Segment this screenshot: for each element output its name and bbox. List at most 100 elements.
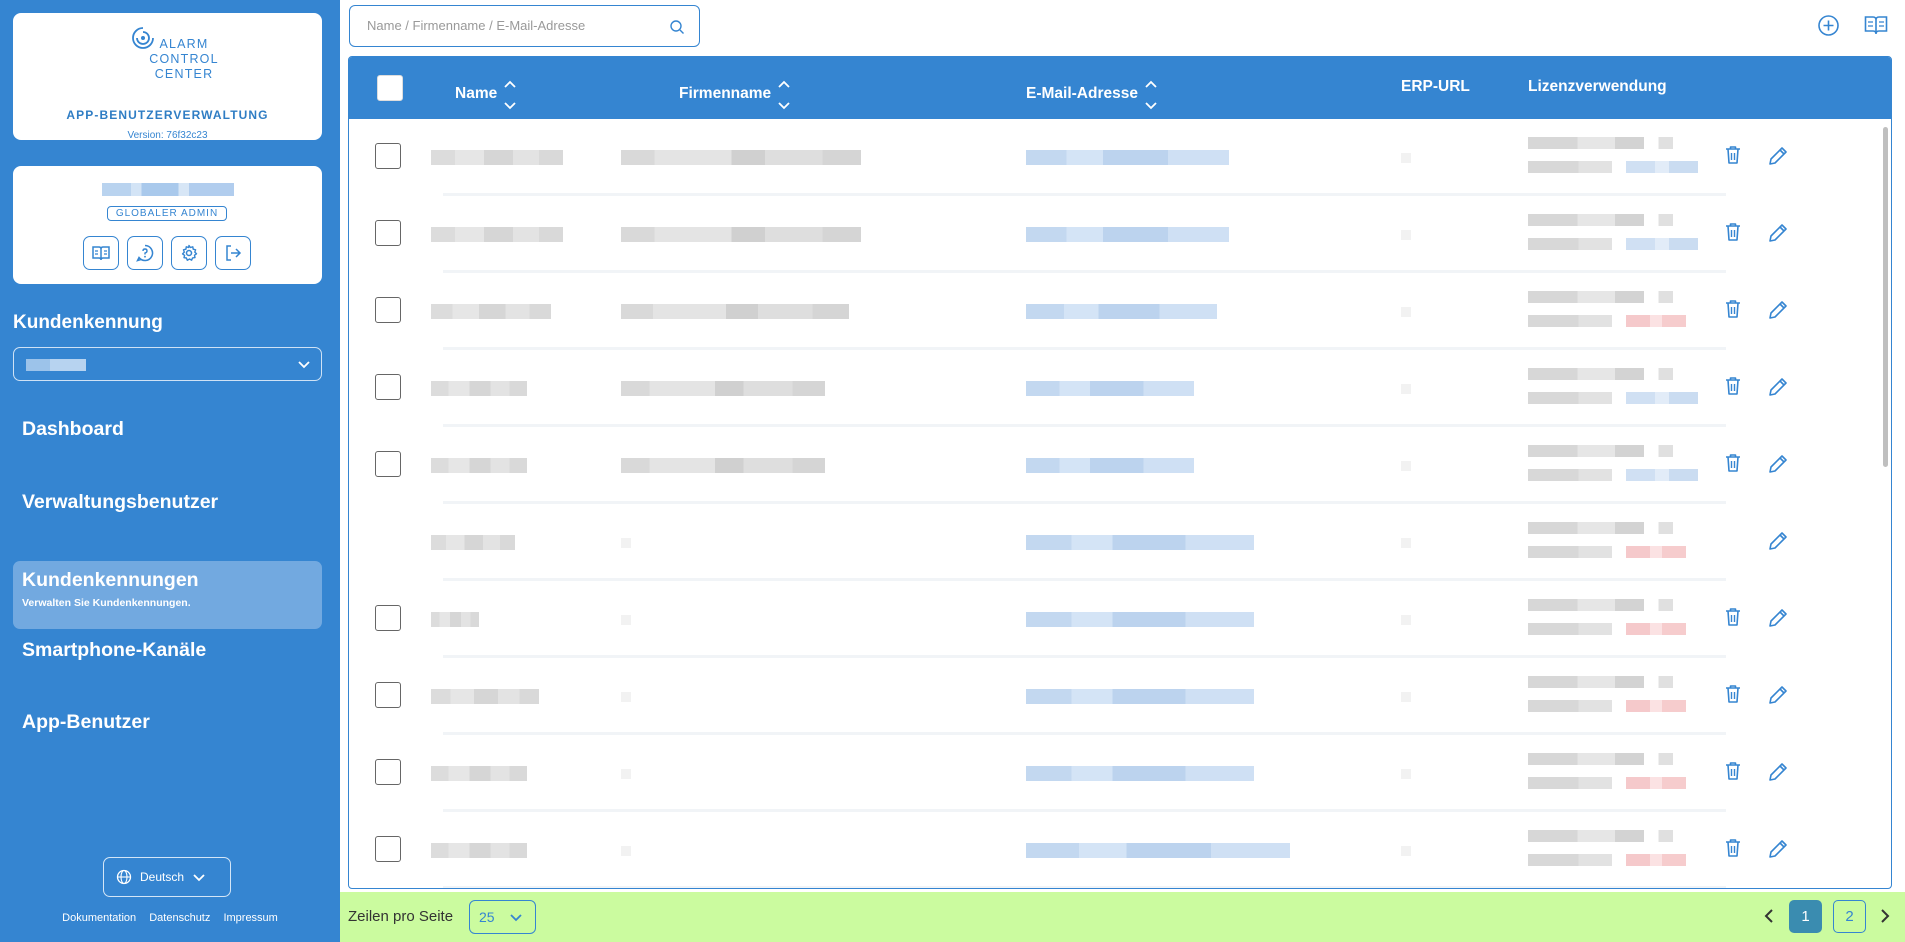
license-usage-line-2 — [1528, 854, 1612, 866]
erp-url-cell-empty — [1401, 769, 1411, 779]
language-select[interactable]: Deutsch — [103, 857, 231, 897]
email-cell-redacted[interactable] — [1026, 766, 1254, 781]
nav-customer-ids[interactable]: Kundenkennungen Verwalten Sie Kundenkenn… — [13, 561, 322, 629]
name-cell-redacted — [431, 304, 551, 319]
license-usage-status — [1626, 392, 1698, 404]
pencil-icon[interactable] — [1767, 607, 1789, 634]
search-box — [349, 5, 700, 47]
pencil-icon[interactable] — [1767, 684, 1789, 711]
erp-url-cell-empty — [1401, 692, 1411, 702]
customer-id-label: Kundenkennung — [13, 312, 163, 333]
nav-customer-ids-label: Kundenkennungen — [22, 569, 199, 591]
header-company[interactable]: Firmenname — [679, 78, 791, 110]
gear-icon — [181, 244, 198, 261]
trash-icon[interactable] — [1724, 376, 1742, 401]
license-usage-line-1 — [1528, 291, 1673, 303]
pencil-icon[interactable] — [1767, 299, 1789, 326]
name-cell-redacted — [431, 535, 515, 550]
users-table: Name Firmenname E-Mail-Adresse ERP-URL L… — [348, 56, 1892, 889]
pencil-icon[interactable] — [1767, 222, 1789, 249]
trash-icon[interactable] — [1724, 453, 1742, 478]
license-usage-line-2 — [1528, 238, 1612, 250]
book-open-icon[interactable] — [1864, 14, 1888, 36]
page-button-1[interactable]: 1 — [1789, 900, 1822, 933]
email-cell-redacted[interactable] — [1026, 304, 1217, 319]
pagination-bar: Zeilen pro Seite 25 1 2 — [340, 892, 1905, 942]
scrollbar-thumb[interactable] — [1883, 127, 1888, 467]
privacy-link[interactable]: Datenschutz — [149, 912, 210, 924]
license-usage-line-2 — [1528, 161, 1612, 173]
docs-link[interactable]: Dokumentation — [62, 912, 136, 924]
license-usage-line-2 — [1528, 700, 1612, 712]
header-email[interactable]: E-Mail-Adresse — [1026, 78, 1158, 110]
license-usage-line-1 — [1528, 830, 1673, 842]
email-cell-redacted[interactable] — [1026, 458, 1194, 473]
trash-icon[interactable] — [1724, 299, 1742, 324]
company-cell-redacted — [621, 227, 861, 242]
trash-icon[interactable] — [1724, 761, 1742, 786]
row-checkbox[interactable] — [375, 374, 401, 400]
license-usage-status — [1626, 854, 1686, 866]
license-usage-status — [1626, 777, 1686, 789]
trash-icon[interactable] — [1724, 838, 1742, 863]
trash-icon[interactable] — [1724, 607, 1742, 632]
nav-smartphone-channels[interactable]: Smartphone-Kanäle — [13, 639, 322, 662]
chevron-right-icon[interactable] — [1878, 907, 1892, 925]
company-cell-redacted — [621, 304, 849, 319]
row-checkbox[interactable] — [375, 759, 401, 785]
logout-icon — [226, 245, 242, 261]
email-cell-redacted[interactable] — [1026, 150, 1229, 165]
nav-admin-users[interactable]: Verwaltungsbenutzer — [13, 491, 322, 514]
docs-button[interactable] — [83, 236, 119, 270]
company-cell-empty — [621, 615, 631, 625]
email-cell-redacted[interactable] — [1026, 689, 1254, 704]
app-version: Version: 76f32c23 — [127, 130, 208, 141]
table-row — [349, 119, 1891, 196]
row-checkbox[interactable] — [375, 605, 401, 631]
row-checkbox[interactable] — [375, 297, 401, 323]
page-button-2[interactable]: 2 — [1833, 900, 1866, 933]
chevron-left-icon[interactable] — [1762, 907, 1776, 925]
pencil-icon[interactable] — [1767, 838, 1789, 865]
help-button[interactable] — [127, 236, 163, 270]
table-row — [349, 581, 1891, 658]
select-all-checkbox[interactable] — [377, 75, 403, 101]
company-cell-redacted — [621, 458, 825, 473]
email-cell-redacted[interactable] — [1026, 535, 1254, 550]
pencil-icon[interactable] — [1767, 145, 1789, 172]
nav-app-users[interactable]: App-Benutzer — [13, 711, 322, 734]
search-input[interactable] — [351, 7, 651, 44]
footer-links: Dokumentation Datenschutz Impressum — [0, 912, 340, 924]
trash-icon[interactable] — [1724, 684, 1742, 709]
plus-circle-icon[interactable] — [1817, 14, 1840, 37]
row-checkbox[interactable] — [375, 836, 401, 862]
row-checkbox[interactable] — [375, 220, 401, 246]
logout-button[interactable] — [215, 236, 251, 270]
trash-icon[interactable] — [1724, 222, 1742, 247]
table-header: Name Firmenname E-Mail-Adresse ERP-URL L… — [349, 57, 1891, 119]
email-cell-redacted[interactable] — [1026, 381, 1194, 396]
trash-icon[interactable] — [1724, 145, 1742, 170]
pencil-icon[interactable] — [1767, 530, 1789, 557]
header-name[interactable]: Name — [455, 78, 517, 110]
pencil-icon[interactable] — [1767, 376, 1789, 403]
nav-dashboard[interactable]: Dashboard — [13, 418, 322, 441]
imprint-link[interactable]: Impressum — [223, 912, 277, 924]
settings-button[interactable] — [171, 236, 207, 270]
license-usage-status — [1626, 161, 1698, 173]
pencil-icon[interactable] — [1767, 761, 1789, 788]
rows-per-page-select[interactable]: 25 — [469, 900, 536, 934]
email-cell-redacted[interactable] — [1026, 227, 1229, 242]
email-cell-redacted[interactable] — [1026, 843, 1290, 858]
sort-icon — [504, 80, 516, 110]
app-title: APP-BENUTZERVERWALTUNG — [66, 108, 269, 122]
email-cell-redacted[interactable] — [1026, 612, 1254, 627]
rows-per-page-value: 25 — [479, 909, 495, 925]
customer-id-select[interactable] — [13, 347, 322, 381]
pencil-icon[interactable] — [1767, 453, 1789, 480]
row-checkbox[interactable] — [375, 451, 401, 477]
license-usage-status — [1626, 469, 1698, 481]
row-checkbox[interactable] — [375, 682, 401, 708]
nav-customer-ids-subtitle: Verwalten Sie Kundenkennungen. — [22, 597, 191, 609]
row-checkbox[interactable] — [375, 143, 401, 169]
